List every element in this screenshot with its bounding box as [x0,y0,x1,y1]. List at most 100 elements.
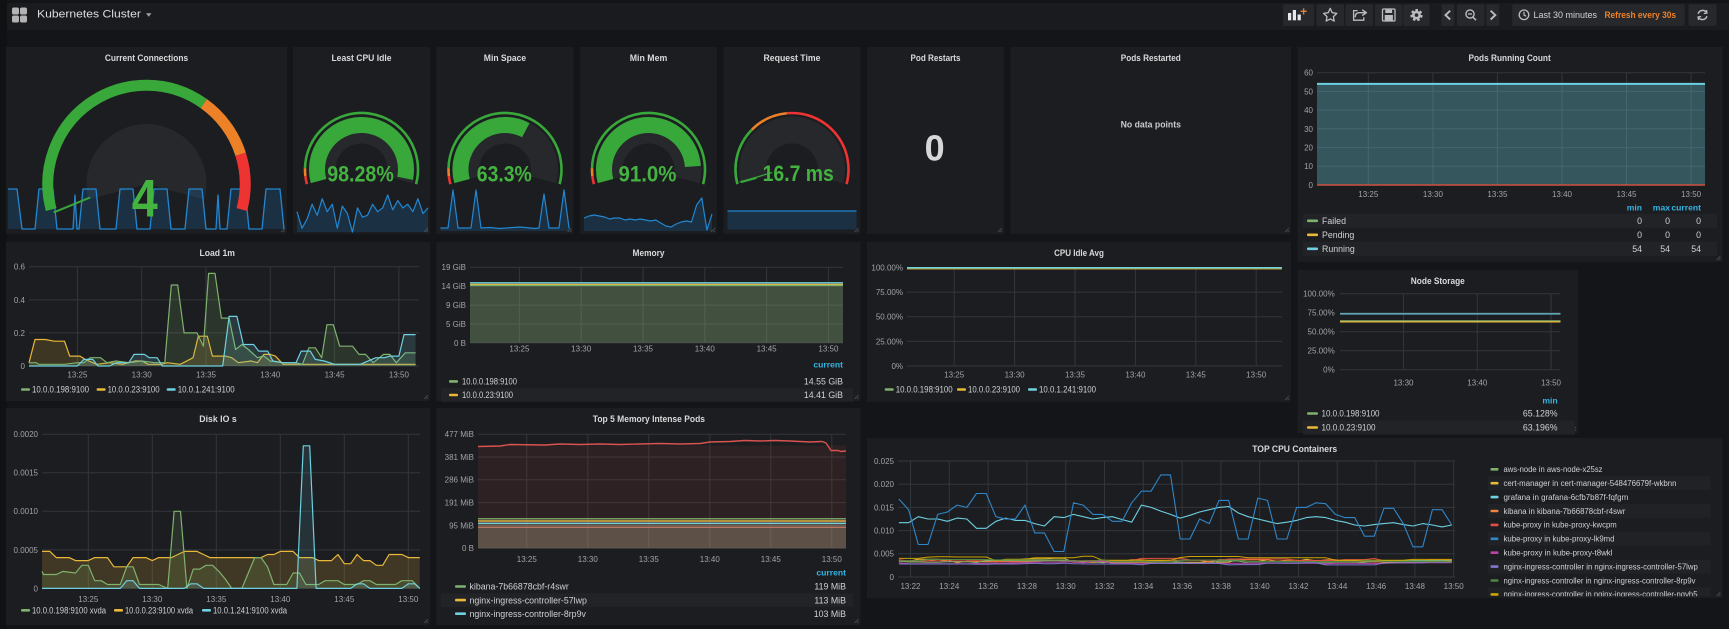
svg-text:75.00%: 75.00% [876,288,903,297]
svg-text:119 MiB: 119 MiB [814,582,846,592]
svg-text:50.00%: 50.00% [1308,328,1335,337]
svg-text:0: 0 [34,584,39,593]
svg-text:Least CPU Idle: Least CPU Idle [331,53,391,63]
svg-text:nginx-ingress-controller in ng: nginx-ingress-controller in nginx-ingres… [1504,562,1699,571]
svg-text:13:50: 13:50 [818,345,839,354]
svg-text:113 MiB: 113 MiB [814,595,846,605]
svg-text:0: 0 [1309,181,1314,190]
svg-text:Current Connections: Current Connections [105,53,188,63]
svg-text:13:25: 13:25 [517,555,538,564]
svg-text:nginx-ingress-controller-57lwp: nginx-ingress-controller-57lwp [470,595,587,605]
svg-text:13:24: 13:24 [939,582,960,591]
svg-text:Last 30 minutes: Last 30 minutes [1534,10,1598,21]
svg-text:current: current [816,568,846,578]
svg-text:60: 60 [1304,69,1313,78]
svg-text:min: min [1542,396,1557,406]
svg-text:13:40: 13:40 [695,345,716,354]
svg-text:No data points: No data points [1121,120,1181,130]
svg-text:13:40: 13:40 [1552,190,1573,199]
svg-text:Running: Running [1322,244,1355,254]
svg-text:13:36: 13:36 [1172,582,1193,591]
svg-text:Node Storage: Node Storage [1411,276,1465,286]
svg-text:grafana in grafana-6cfb7b87f-f: grafana in grafana-6cfb7b87f-fqfgm [1504,493,1629,502]
svg-text:286 MiB: 286 MiB [445,476,474,485]
svg-text:TOP CPU Containers: TOP CPU Containers [1252,444,1337,454]
svg-text:cert-manager in cert-manager-5: cert-manager in cert-manager-548476679f-… [1504,479,1677,488]
svg-text:13:30: 13:30 [1393,379,1414,388]
svg-text:Request Time: Request Time [764,53,821,63]
svg-text:kube-proxy in kube-proxy-t8wkl: kube-proxy in kube-proxy-t8wkl [1504,549,1613,558]
svg-text:13:50: 13:50 [822,555,843,564]
svg-text:0.025: 0.025 [874,457,895,466]
svg-text:0%: 0% [891,362,903,371]
svg-text:16.7 ms: 16.7 ms [763,161,834,186]
svg-text:13:25: 13:25 [1358,190,1379,199]
svg-text:0.0010: 0.0010 [14,507,39,516]
svg-text:Min Space: Min Space [484,53,526,63]
svg-text:10.0.0.23:9100: 10.0.0.23:9100 [1322,423,1376,433]
svg-text:10.0.0.198:9100: 10.0.0.198:9100 [462,377,517,387]
svg-text:0.2: 0.2 [14,329,26,338]
svg-text:Pods Restarted: Pods Restarted [1121,53,1181,63]
svg-text:13:30: 13:30 [1005,371,1026,380]
svg-text:63.3%: 63.3% [477,162,532,187]
svg-text:54: 54 [1632,244,1642,254]
svg-text:Memory: Memory [633,248,666,258]
svg-text:13:35: 13:35 [639,555,660,564]
svg-text:13:38: 13:38 [1211,582,1232,591]
svg-text:19 GiB: 19 GiB [442,263,466,272]
svg-text:30: 30 [1304,125,1313,134]
svg-text:0 B: 0 B [462,544,474,553]
svg-text:0.0015: 0.0015 [14,469,39,478]
svg-text:current: current [1671,203,1701,213]
svg-text:10.0.0.23:9100 xvda: 10.0.0.23:9100 xvda [125,606,193,616]
svg-text:10.0.1.241:9100: 10.0.1.241:9100 [1039,385,1096,395]
svg-text:13:35: 13:35 [1487,190,1508,199]
svg-text:13:50: 13:50 [1541,379,1562,388]
svg-text:13:25: 13:25 [944,371,965,380]
svg-text:0: 0 [21,362,26,371]
svg-text:13:32: 13:32 [1094,582,1115,591]
svg-text:13:34: 13:34 [1133,582,1154,591]
svg-text:13:30: 13:30 [1423,190,1444,199]
svg-text:0.005: 0.005 [874,550,895,559]
svg-text:13:45: 13:45 [761,555,782,564]
svg-text:13:30: 13:30 [132,371,153,380]
svg-text:13:44: 13:44 [1327,582,1348,591]
svg-text:13:40: 13:40 [260,371,281,380]
svg-text:0%: 0% [1323,366,1335,375]
svg-text:10.0.0.198:9100: 10.0.0.198:9100 [896,385,953,395]
svg-text:13:45: 13:45 [334,595,355,604]
svg-text:0.4: 0.4 [14,296,26,305]
svg-text:63.196%: 63.196% [1523,423,1558,433]
svg-text:max: max [1653,203,1670,213]
svg-text:0: 0 [925,128,945,169]
svg-text:100.00%: 100.00% [1303,290,1335,299]
svg-text:10.0.0.23:9100: 10.0.0.23:9100 [462,390,513,400]
svg-text:13:22: 13:22 [900,582,921,591]
svg-text:kibana-7b66878cbf-r4swr: kibana-7b66878cbf-r4swr [470,582,569,592]
svg-text:nginx-ingress-controller in ng: nginx-ingress-controller in nginx-ingres… [1504,576,1696,585]
svg-text:4: 4 [132,170,158,229]
svg-text:25.00%: 25.00% [876,337,903,346]
svg-text:0.0020: 0.0020 [14,430,39,439]
svg-text:10.0.0.198:9100: 10.0.0.198:9100 [32,385,89,395]
svg-text:Top 5 Memory Intense Pods: Top 5 Memory Intense Pods [593,414,705,424]
svg-text:91.0%: 91.0% [619,162,677,187]
svg-text:0.010: 0.010 [874,527,895,536]
svg-text:381 MiB: 381 MiB [445,453,474,462]
svg-text:13:35: 13:35 [196,371,217,380]
svg-text:Refresh every 30s: Refresh every 30s [1605,10,1677,21]
svg-text:13:46: 13:46 [1366,582,1387,591]
svg-text:14 GiB: 14 GiB [442,282,466,291]
svg-text:14.41 GiB: 14.41 GiB [804,390,843,400]
svg-text:CPU Idle Avg: CPU Idle Avg [1054,248,1104,258]
svg-text:kube-proxy in kube-proxy-lk9md: kube-proxy in kube-proxy-lk9md [1504,535,1615,544]
svg-text:5 GiB: 5 GiB [446,320,466,329]
svg-text:0: 0 [1696,216,1701,226]
svg-text:75.00%: 75.00% [1308,309,1335,318]
svg-text:+: + [1300,5,1307,19]
svg-text:0: 0 [890,573,895,582]
svg-text:10.0.0.198:9100 xvda: 10.0.0.198:9100 xvda [32,606,106,616]
svg-text:13:28: 13:28 [1017,582,1038,591]
